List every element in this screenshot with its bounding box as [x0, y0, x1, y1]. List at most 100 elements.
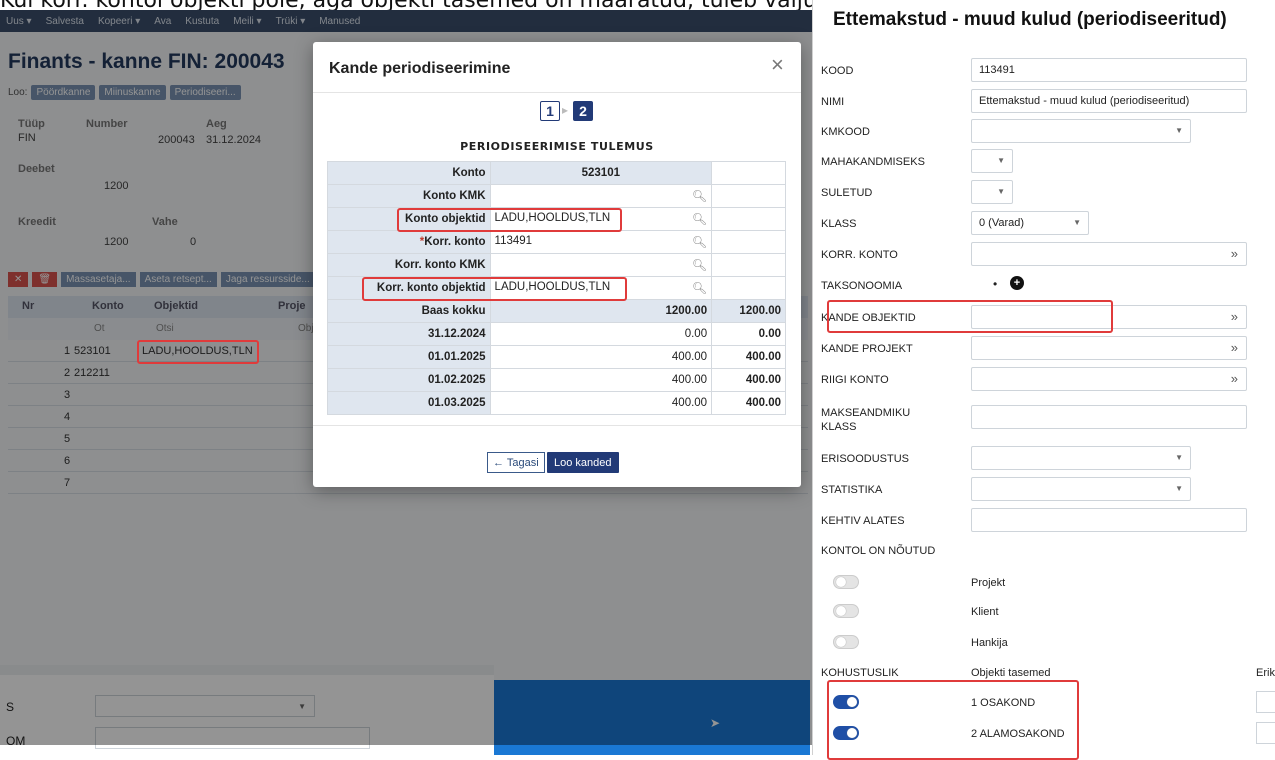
toggle-row-projekt: Projekt [813, 569, 1275, 599]
account-panel: Ettemakstud - muud kulud (periodiseeritu… [812, 0, 1275, 760]
kmkood-label: KMKOOD [821, 126, 870, 138]
double-chevron-right-icon[interactable]: » [1231, 340, 1238, 355]
period-date: 31.12.2024 [327, 322, 491, 346]
klient-toggle-label: Klient [971, 606, 999, 618]
period-value-input[interactable]: 0.00 [489, 322, 713, 346]
field-makseandmiku: MAKSEANDMIKU KLASS [813, 404, 1275, 440]
hankija-toggle[interactable] [833, 635, 859, 649]
erisoodustus-select[interactable]: ▼ [971, 446, 1191, 470]
create-entries-button[interactable]: Loo kanded [547, 452, 619, 473]
search-icon[interactable]: 🔍︎ [692, 235, 707, 249]
toggle-row-hankija: Hankija [813, 629, 1275, 659]
search-icon[interactable]: 🔍︎ [692, 258, 707, 272]
nimi-label: NIMI [821, 96, 845, 108]
period-value-input[interactable]: 400.00 [489, 345, 713, 369]
taksonoomia-label: TAKSONOOMIA [821, 280, 903, 292]
suletud-label: SULETUD [821, 187, 873, 199]
double-chevron-right-icon[interactable]: » [1231, 246, 1238, 261]
double-chevron-right-icon[interactable]: » [1231, 371, 1238, 386]
kmkood-select[interactable]: ▼ [971, 119, 1191, 143]
konto-objektid-label: Konto objektid [327, 207, 491, 231]
empty-cell [711, 253, 786, 277]
search-icon[interactable]: 🔍︎ [692, 281, 707, 295]
period-date: 01.03.2025 [327, 391, 491, 415]
field-kande-objektid: KANDE OBJEKTID » [813, 304, 1275, 334]
statistika-select[interactable]: ▼ [971, 477, 1191, 501]
alamosakond-label: 2 ALAMOSAKOND [971, 728, 1065, 740]
add-circle-icon[interactable]: + [1010, 276, 1024, 290]
taksonoomia-bullet: • [993, 277, 998, 291]
period-row: 01.03.2025 400.00 400.00 [327, 391, 786, 415]
row-korr-konto: *Korr. konto 113491 🔍︎ [327, 230, 786, 254]
empty-cell [711, 230, 786, 254]
field-kehtiv-alates: KEHTIV ALATES [813, 507, 1275, 537]
projekt-toggle-label: Projekt [971, 577, 1006, 589]
chevron-down-icon: ▼ [1175, 453, 1183, 462]
konto-kmk-input[interactable]: 🔍︎ [489, 184, 713, 208]
riigi-konto-input[interactable]: » [971, 367, 1247, 391]
korr-konto-objektid-value: LADU,HOOLDUS,TLN [494, 281, 611, 293]
konto-objektid-value: LADU,HOOLDUS,TLN [494, 212, 611, 224]
dialog-divider [313, 92, 801, 93]
kande-objektid-label: KANDE OBJEKTID [821, 312, 916, 324]
empty-cell [711, 161, 786, 185]
makseandmiku-label: MAKSEANDMIKU KLASS [821, 407, 911, 433]
kood-input[interactable]: 113491 [971, 58, 1247, 82]
periodization-table: Konto 523101 Konto KMK 🔍︎ Konto objektid… [327, 161, 786, 415]
erisoodustus-label: ERISOODUSTUS [821, 453, 910, 465]
klient-toggle[interactable] [833, 604, 859, 618]
chevron-down-icon: ▼ [1175, 126, 1183, 135]
klass-select[interactable]: 0 (Varad) ▼ [971, 211, 1089, 235]
step-1-indicator[interactable]: 1 [540, 101, 560, 121]
kehtiv-alates-input[interactable] [971, 508, 1247, 532]
close-icon[interactable]: × [771, 52, 784, 78]
mahakandmiseks-select[interactable]: ▼ [971, 149, 1013, 173]
kood-label: KOOD [821, 65, 854, 77]
account-title: Ettemakstud - muud kulud (periodiseeritu… [833, 9, 1227, 30]
period-value-input[interactable]: 400.00 [489, 368, 713, 392]
period-row: 31.12.2024 0.00 0.00 [327, 322, 786, 346]
kande-objektid-input[interactable]: » [971, 305, 1247, 329]
hankija-toggle-label: Hankija [971, 637, 1008, 649]
korr-konto-kmk-input[interactable]: 🔍︎ [489, 253, 713, 277]
period-date: 01.01.2025 [327, 345, 491, 369]
suletud-select[interactable]: ▼ [971, 180, 1013, 204]
step-2-indicator[interactable]: 2 [573, 101, 593, 121]
makseandmiku-input[interactable] [971, 405, 1247, 429]
osakond-toggle[interactable] [833, 695, 859, 709]
konto-label: Konto [327, 161, 491, 185]
objekti-tasemed-label: Objekti tasemed [971, 667, 1051, 679]
row-baas-kokku: Baas kokku 1200.00 1200.00 [327, 299, 786, 323]
period-value-input[interactable]: 400.00 [489, 391, 713, 415]
korr-konto-input[interactable]: » [971, 242, 1247, 266]
projekt-toggle[interactable] [833, 575, 859, 589]
konto-objektid-input[interactable]: LADU,HOOLDUS,TLN 🔍︎ [489, 207, 713, 231]
korr-konto-objektid-input[interactable]: LADU,HOOLDUS,TLN 🔍︎ [489, 276, 713, 300]
period-extra: 400.00 [711, 391, 786, 415]
search-icon[interactable]: 🔍︎ [692, 189, 707, 203]
back-button[interactable]: ← Tagasi [487, 452, 545, 473]
kohustuslik-label: KOHUSTUSLIK [821, 667, 899, 679]
search-icon[interactable]: 🔍︎ [692, 212, 707, 226]
nimi-input[interactable]: Ettemakstud - muud kulud (periodiseeritu… [971, 89, 1247, 113]
alamosakond-extra-input[interactable] [1256, 722, 1275, 744]
double-chevron-right-icon[interactable]: » [1231, 309, 1238, 324]
empty-cell [711, 276, 786, 300]
empty-cell [711, 207, 786, 231]
korr-konto-input[interactable]: 113491 🔍︎ [489, 230, 713, 254]
osakond-extra-input[interactable] [1256, 691, 1275, 713]
level-row-alamosakond: 2 ALAMOSAKOND [813, 720, 1275, 750]
kande-projekt-input[interactable]: » [971, 336, 1247, 360]
kehtiv-alates-label: KEHTIV ALATES [821, 515, 905, 527]
klass-label: KLASS [821, 218, 857, 230]
eriko-label: Eriko [1256, 667, 1275, 679]
korr-konto-objektid-label: Korr. konto objektid [327, 276, 491, 300]
field-taksonoomia: TAKSONOOMIA • + [813, 272, 1275, 302]
chevron-down-icon: ▼ [997, 187, 1005, 196]
dialog-subtitle: PERIODISEERIMISE TULEMUS [460, 140, 654, 153]
period-extra: 400.00 [711, 345, 786, 369]
alamosakond-toggle[interactable] [833, 726, 859, 740]
baas-kokku-value: 1200.00 [489, 299, 713, 323]
field-kood: KOOD 113491 [813, 57, 1275, 87]
field-klass: KLASS 0 (Varad) ▼ [813, 210, 1275, 240]
